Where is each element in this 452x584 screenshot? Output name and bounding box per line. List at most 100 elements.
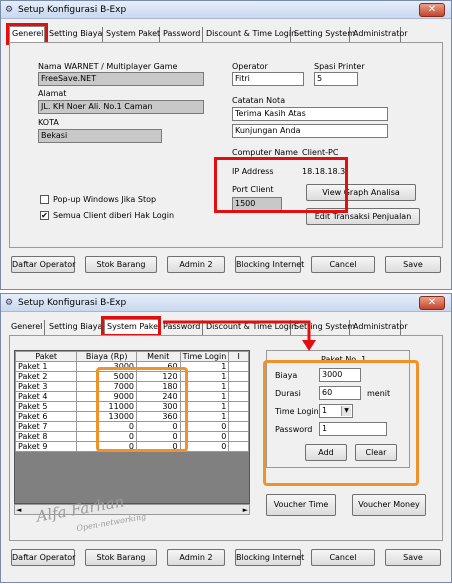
table-cell[interactable]: 60 — [136, 361, 181, 372]
catatan-nota-line2[interactable]: Kunjungan Anda — [232, 124, 388, 138]
table-cell[interactable]: 1 — [179, 381, 230, 392]
port-client-field[interactable]: 1500 — [232, 197, 282, 211]
tab-generel[interactable]: Generel — [9, 26, 45, 43]
paket-col-header[interactable]: Menit — [136, 351, 181, 362]
popup-checkbox[interactable] — [40, 195, 49, 204]
tab-administrator[interactable]: Administrator — [351, 320, 408, 335]
table-cell[interactable]: 1 — [179, 371, 230, 382]
table-cell[interactable]: 3000 — [76, 361, 137, 372]
table-cell[interactable]: 0 — [76, 441, 137, 452]
table-cell[interactable]: Paket 4 — [15, 391, 78, 402]
table-cell[interactable]: 9000 — [76, 391, 137, 402]
table-cell[interactable]: 0 — [76, 431, 137, 442]
table-cell[interactable]: 0 — [179, 431, 230, 442]
table-cell[interactable] — [228, 361, 249, 372]
view-graph-button[interactable]: View Graph Analisa — [306, 184, 416, 201]
admin-2-button[interactable]: Admin 2 — [167, 256, 225, 273]
spasi-printer-field[interactable]: 5 — [314, 72, 358, 86]
table-cell[interactable]: 11000 — [76, 401, 137, 412]
time-login-select[interactable]: 1 ▼ — [319, 404, 353, 418]
tab-generel[interactable]: Generel — [9, 320, 45, 335]
table-cell[interactable]: Paket 9 — [15, 441, 78, 452]
semua-client-checkbox[interactable]: ✔ — [40, 211, 49, 220]
table-row[interactable]: Paket 4 9000 240 1 — [15, 391, 249, 402]
tab-setting-system[interactable]: Setting System — [292, 27, 355, 42]
table-cell[interactable]: 0 — [76, 421, 137, 432]
cancel-button[interactable]: Cancel — [311, 256, 375, 273]
tab-administrator[interactable]: Administrator — [351, 27, 408, 42]
close-button[interactable]: ✕ — [419, 3, 445, 17]
table-cell[interactable] — [228, 421, 249, 432]
table-cell[interactable] — [228, 441, 249, 452]
durasi-field[interactable]: 60 — [319, 386, 361, 400]
table-cell[interactable]: Paket 8 — [15, 431, 78, 442]
operator-field[interactable]: Fitri — [232, 72, 304, 86]
tab-system-paket[interactable]: System Paket — [104, 27, 160, 42]
table-row[interactable]: Paket 1 3000 60 1 — [15, 361, 249, 372]
table-cell[interactable]: 0 — [136, 421, 181, 432]
close-button[interactable]: ✕ — [419, 296, 445, 310]
table-cell[interactable]: 360 — [136, 411, 181, 422]
tab-system-paket[interactable]: System Paket — [104, 319, 161, 336]
table-row[interactable]: Paket 7000 — [15, 421, 249, 432]
table-cell[interactable]: 120 — [136, 371, 181, 382]
table-row[interactable]: Paket 2 5000 120 1 — [15, 371, 249, 382]
tab-password[interactable]: Password — [161, 320, 203, 335]
blocking-internet-button[interactable]: Blocking Internet — [235, 549, 304, 566]
edit-transaksi-button[interactable]: Edit Transaksi Penjualan — [306, 208, 420, 225]
table-cell[interactable]: Paket 2 — [15, 371, 78, 382]
table-cell[interactable] — [228, 391, 249, 402]
scroll-right-icon[interactable]: ► — [243, 506, 248, 514]
daftar-operator-button[interactable]: Daftar Operator — [11, 256, 75, 273]
tab-setting-biaya[interactable]: Setting Biaya — [47, 320, 103, 335]
stok-barang-button[interactable]: Stok Barang — [85, 256, 157, 273]
table-row[interactable]: Paket 6 13000 360 1 — [15, 411, 249, 422]
table-cell[interactable]: 300 — [136, 401, 181, 412]
tab-setting-system[interactable]: Setting System — [292, 320, 355, 335]
table-cell[interactable] — [228, 381, 249, 392]
table-cell[interactable]: Paket 7 — [15, 421, 78, 432]
paket-col-header[interactable]: Paket — [15, 351, 78, 362]
table-cell[interactable] — [228, 401, 249, 412]
table-cell[interactable]: 1 — [179, 401, 230, 412]
table-row[interactable]: Paket 8000 — [15, 431, 249, 442]
table-cell[interactable]: 13000 — [76, 411, 137, 422]
table-cell[interactable]: 5000 — [76, 371, 137, 382]
biaya-field[interactable]: 3000 — [319, 368, 361, 382]
stok-barang-button[interactable]: Stok Barang — [85, 549, 157, 566]
table-row[interactable]: Paket 5 11000 300 1 — [15, 401, 249, 412]
paket-grid[interactable]: Paket Biaya (Rp) Menit Time Login I Paket 13… — [14, 350, 250, 504]
admin-2-button[interactable]: Admin 2 — [167, 549, 225, 566]
add-button[interactable]: Add — [305, 444, 347, 461]
table-cell[interactable]: Paket 5 — [15, 401, 78, 412]
paket-col-header[interactable]: Biaya (Rp) — [76, 351, 137, 362]
alamat-field[interactable]: JL. KH Noer Ali. No.1 Caman — [38, 100, 204, 114]
blocking-internet-button[interactable]: Blocking Internet — [235, 256, 304, 273]
table-cell[interactable]: Paket 3 — [15, 381, 78, 392]
table-cell[interactable]: 0 — [136, 431, 181, 442]
tab-setting-biaya[interactable]: Setting Biaya — [47, 27, 103, 42]
paket-col-header[interactable]: I — [228, 351, 249, 362]
save-button[interactable]: Save — [385, 549, 441, 566]
password-field[interactable]: 1 — [319, 422, 387, 436]
table-cell[interactable] — [228, 371, 249, 382]
paket-col-header[interactable]: Time Login — [179, 351, 230, 362]
clear-button[interactable]: Clear — [355, 444, 397, 461]
table-cell[interactable]: 0 — [179, 421, 230, 432]
kota-field[interactable]: Bekasi — [38, 129, 162, 143]
scroll-left-icon[interactable]: ◄ — [16, 506, 21, 514]
tab-discount-time-login[interactable]: Discount & Time Login — [204, 320, 296, 335]
table-cell[interactable]: 1 — [179, 411, 230, 422]
table-cell[interactable]: Paket 6 — [15, 411, 78, 422]
catatan-nota-line1[interactable]: Terima Kasih Atas — [232, 107, 388, 121]
chevron-down-icon[interactable]: ▼ — [341, 406, 351, 416]
table-cell[interactable]: 180 — [136, 381, 181, 392]
table-row[interactable]: Paket 3 7000 180 1 — [15, 381, 249, 392]
table-cell[interactable] — [228, 411, 249, 422]
table-cell[interactable]: 240 — [136, 391, 181, 402]
voucher-time-button[interactable]: Voucher Time — [266, 494, 336, 516]
table-cell[interactable]: 7000 — [76, 381, 137, 392]
daftar-operator-button[interactable]: Daftar Operator — [11, 549, 75, 566]
table-cell[interactable]: Paket 1 — [15, 361, 78, 372]
tab-password[interactable]: Password — [161, 27, 203, 42]
